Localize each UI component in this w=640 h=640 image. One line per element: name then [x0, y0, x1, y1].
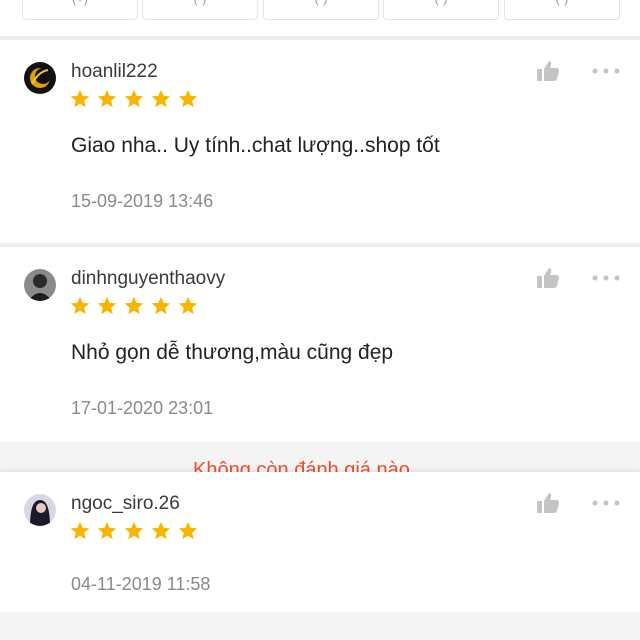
star-icon	[97, 521, 117, 540]
review-username[interactable]: hoanlil222	[71, 61, 158, 83]
filter-chip[interactable]: (-)	[263, 0, 379, 20]
filter-chip[interactable]: (-)	[383, 0, 499, 20]
star-icon	[178, 296, 198, 315]
notice-text: Không còn đánh giá nào	[193, 459, 410, 472]
star-icon	[70, 521, 90, 540]
filter-chip[interactable]: (-)	[504, 0, 620, 20]
star-icon	[178, 89, 198, 108]
star-rating	[69, 520, 204, 544]
star-icon	[70, 89, 90, 108]
star-rating	[69, 295, 204, 319]
review-timestamp: 17-01-2020 23:01	[71, 398, 214, 418]
more-dots-icon[interactable]	[592, 500, 620, 506]
review-comment: Nhỏ gọn dễ thương,màu cũng đẹp	[71, 341, 394, 364]
review-item: dinhnguyenthaovy Nhỏ gọn dễ thương,màu c…	[0, 247, 640, 442]
star-icon	[124, 296, 144, 315]
review-timestamp: 04-11-2019 11:58	[71, 574, 211, 594]
no-more-reviews-notice: Không còn đánh giá nào	[0, 442, 640, 472]
review-timestamp: 15-09-2019 13:46	[71, 191, 214, 211]
thumbs-up-icon[interactable]	[536, 267, 560, 289]
bottom-area	[0, 612, 640, 640]
avatar[interactable]	[24, 269, 56, 301]
avatar[interactable]	[24, 494, 56, 526]
star-icon	[178, 521, 198, 540]
more-dots-icon[interactable]	[592, 275, 620, 281]
review-comment: Giao nha.. Uy tính..chat lượng..shop tốt	[71, 134, 440, 157]
avatar[interactable]	[24, 62, 56, 94]
filter-chip[interactable]: (+)	[22, 0, 138, 20]
review-item: ngoc_siro.26 04-11-2019 11:58	[0, 472, 640, 612]
star-icon	[97, 89, 117, 108]
filter-chip[interactable]: (-)	[142, 0, 258, 20]
star-icon	[124, 521, 144, 540]
star-rating	[69, 88, 204, 112]
review-username[interactable]: ngoc_siro.26	[71, 493, 180, 515]
more-dots-icon[interactable]	[592, 68, 620, 74]
filter-row: (+) (-) (-) (-) (-)	[0, 0, 640, 36]
star-icon	[151, 89, 171, 108]
star-icon	[151, 296, 171, 315]
star-icon	[151, 521, 171, 540]
star-icon	[70, 296, 90, 315]
thumbs-up-icon[interactable]	[536, 60, 560, 82]
review-username[interactable]: dinhnguyenthaovy	[71, 268, 225, 290]
thumbs-up-icon[interactable]	[536, 492, 560, 514]
star-icon	[97, 296, 117, 315]
review-item: hoanlil222 Giao nha.. Uy tính..chat lượn…	[0, 40, 640, 243]
star-icon	[124, 89, 144, 108]
